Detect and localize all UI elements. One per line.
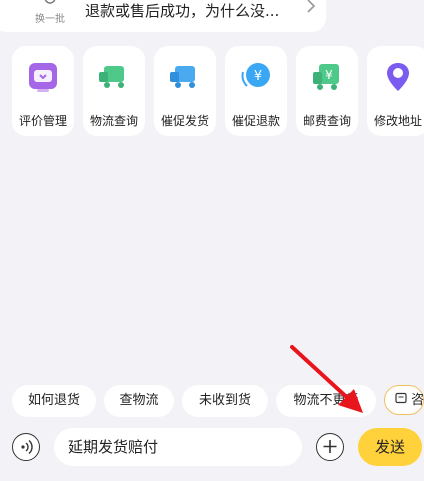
review-icon xyxy=(26,60,60,94)
chip-not-received[interactable]: 未收到货 xyxy=(182,385,268,417)
truck-icon xyxy=(97,60,131,94)
action-logistics-query[interactable]: 物流查询 xyxy=(83,46,145,136)
truck-fast-icon xyxy=(168,60,202,94)
consult-icon xyxy=(395,392,411,408)
chip-how-to-return[interactable]: 如何退货 xyxy=(12,385,96,417)
action-review-management[interactable]: 评价管理 xyxy=(12,46,74,136)
plus-icon[interactable] xyxy=(316,433,344,461)
action-label: 修改地址 xyxy=(373,114,422,128)
chip-consult[interactable]: 咨 xyxy=(384,385,424,415)
suggestion-chips: 如何退货 查物流 未收到货 物流不更新 咨 xyxy=(0,385,424,417)
action-label: 评价管理 xyxy=(18,114,67,128)
send-button[interactable]: 发送 xyxy=(358,428,422,466)
action-modify-address[interactable]: 修改地址 xyxy=(367,46,424,136)
quick-actions-row: 评价管理 物流查询 催促发货 ¥ 催促退款 ¥ 邮费查询 修改地址 xyxy=(0,46,424,138)
message-input[interactable]: 延期发货赔付 xyxy=(54,428,302,466)
action-label: 物流查询 xyxy=(89,114,138,128)
postage-truck-icon: ¥ xyxy=(310,60,344,94)
action-label: 催促发货 xyxy=(160,114,209,128)
action-label: 邮费查询 xyxy=(302,114,351,128)
swap-batch-button[interactable]: 换一批 xyxy=(30,0,70,28)
action-postage-query[interactable]: ¥ 邮费查询 xyxy=(296,46,358,136)
svg-text:¥: ¥ xyxy=(325,68,333,82)
yen-coin-icon: ¥ xyxy=(239,60,273,94)
input-bar: 延期发货赔付 发送 xyxy=(0,422,424,481)
voice-icon[interactable] xyxy=(12,433,40,461)
chip-check-logistics[interactable]: 查物流 xyxy=(104,385,174,417)
svg-text:¥: ¥ xyxy=(254,69,262,84)
chip-consult-label: 咨 xyxy=(411,393,424,408)
swap-batch-label: 换一批 xyxy=(35,14,65,25)
action-label: 催促退款 xyxy=(231,114,280,128)
action-urge-shipping[interactable]: 催促发货 xyxy=(154,46,216,136)
suggested-question[interactable]: 退款或售后成功，为什么没... xyxy=(85,0,305,21)
chip-logistics-not-updated[interactable]: 物流不更新 xyxy=(276,385,376,417)
action-urge-refund[interactable]: ¥ 催促退款 xyxy=(225,46,287,136)
chevron-right-icon[interactable] xyxy=(306,0,316,18)
refresh-icon xyxy=(30,0,70,8)
location-pin-icon xyxy=(381,60,415,94)
